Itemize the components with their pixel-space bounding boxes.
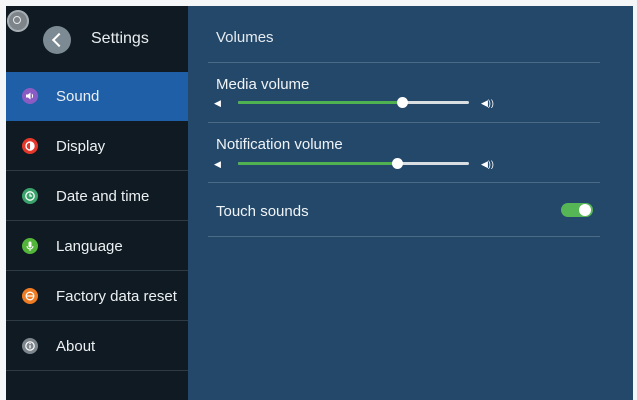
clock-icon [22,188,38,204]
divider [208,122,600,123]
sidebar-item-label: About [56,338,96,355]
volume-high-icon: ◀)) [481,159,494,169]
slider-thumb[interactable] [397,97,408,108]
slider-fill [238,162,398,165]
sound-settings-panel: Volumes Media volume ◀ ◀)) Notification … [188,6,633,400]
info-icon [22,338,38,354]
sidebar-item-label: Sound [56,88,100,105]
sidebar-item-sound[interactable]: Sound [6,72,188,121]
media-volume-label: Media volume [216,76,310,93]
sidebar-item-factory-data-reset[interactable]: Factory data reset [6,272,188,321]
reset-icon [22,288,38,304]
volume-low-icon: ◀ [214,159,221,169]
sidebar-item-date-and-time[interactable]: Date and time [6,172,188,221]
divider [208,182,600,183]
toggle-knob [579,204,591,216]
divider [208,236,600,237]
media-volume-slider[interactable] [238,97,469,108]
sidebar-title: Settings [91,30,149,47]
sidebar-item-label: Display [56,138,106,155]
sidebar-item-label: Factory data reset [56,288,177,305]
notification-volume-slider[interactable] [238,158,469,169]
slider-fill [238,101,402,104]
settings-screen: Settings Sound Display Date and time Lan… [6,6,633,400]
sidebar-item-label: Language [56,238,123,255]
speaker-icon [22,88,38,104]
sidebar-item-language[interactable]: Language [6,222,188,271]
touch-sounds-toggle[interactable] [561,203,593,217]
sidebar-item-label: Date and time [56,188,150,205]
slider-thumb[interactable] [392,158,404,169]
microphone-icon [22,238,38,254]
back-arrow-icon[interactable] [43,26,71,54]
section-title-volumes: Volumes [216,29,274,46]
divider [208,62,600,63]
sidebar-item-display[interactable]: Display [6,122,188,171]
touch-sounds-label: Touch sounds [216,203,309,220]
notification-volume-label: Notification volume [216,136,343,153]
volume-low-icon: ◀ [214,98,221,108]
sidebar-item-about[interactable]: About [6,322,188,371]
sidebar: Settings Sound Display Date and time Lan… [6,6,188,400]
display-icon [22,138,38,154]
volume-high-icon: ◀)) [481,98,494,108]
home-button-icon[interactable] [7,10,29,32]
